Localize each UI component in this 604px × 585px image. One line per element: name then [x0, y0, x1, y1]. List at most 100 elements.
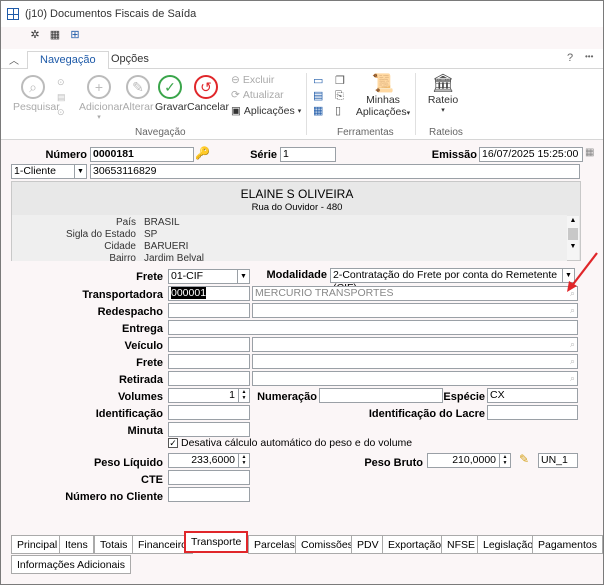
settings-icon[interactable]: ✲	[29, 29, 41, 41]
emissao-field[interactable]: 16/07/2025 15:25:00	[479, 147, 583, 162]
peso-liquido-field[interactable]: 233,6000 ▲ ▼	[168, 453, 250, 468]
serie-field[interactable]: 1	[280, 147, 336, 162]
calendar-icon[interactable]: ▦	[49, 29, 61, 41]
calendar-picker-icon[interactable]: ▦	[585, 147, 594, 158]
separator	[415, 73, 416, 135]
adicionar-button[interactable]: + Adicionar ▾	[79, 75, 123, 121]
collapse-ribbon-icon[interactable]: ︿	[9, 52, 19, 67]
tab-nfse[interactable]: NFSE	[441, 535, 482, 554]
refresh-icon: ⟳	[231, 89, 240, 101]
redespacho-name-field[interactable]: ⌕	[252, 303, 578, 318]
modalidade-select[interactable]: 2-Contratação do Frete por conta do Reme…	[330, 268, 575, 294]
tab-transporte[interactable]: Transporte	[184, 531, 249, 553]
document-icon[interactable]: ▯	[335, 104, 345, 119]
tab-principal[interactable]: Principal	[11, 535, 64, 554]
chat-icon[interactable]: ▭	[313, 74, 323, 89]
frete-label: Frete	[136, 271, 163, 283]
minuta-label: Minuta	[127, 425, 163, 437]
aplicacoes-button[interactable]: ▣ Aplicações ▾	[231, 105, 301, 117]
veiculo-code-field[interactable]	[168, 337, 250, 352]
tab-legislacao[interactable]: Legislação	[477, 535, 540, 554]
tab-pagamentos[interactable]: Pagamentos	[532, 535, 603, 554]
especie-field[interactable]: CX	[487, 388, 578, 403]
search-icon[interactable]: ⌕	[570, 355, 575, 368]
volumes-field[interactable]: 1 ▲ ▼	[168, 388, 250, 403]
frete-select[interactable]: 01-CIF ▼	[168, 269, 250, 284]
numero-cliente-label: Número no Cliente	[65, 491, 163, 503]
retirada-code-field[interactable]	[168, 371, 250, 386]
transportadora-code-field[interactable]: 000001	[168, 286, 250, 301]
tab-informacoes-adicionais[interactable]: Informações Adicionais	[11, 555, 131, 574]
estado-value: SP	[144, 229, 158, 240]
scroll-thumb[interactable]	[568, 228, 578, 240]
chevron-down-icon: ▼	[237, 270, 249, 283]
undo-icon: ↺	[194, 75, 218, 99]
peso-bruto-field[interactable]: 210,0000 ▲ ▼	[427, 453, 511, 468]
veiculo-label: Veículo	[124, 340, 163, 352]
tab-itens[interactable]: Itens	[59, 535, 94, 554]
cancelar-button[interactable]: ↺ Cancelar	[187, 75, 229, 113]
paste-icon[interactable]: ⎘	[335, 89, 345, 104]
help-icon[interactable]: ?	[567, 52, 573, 64]
search-icon[interactable]: ⌕	[570, 372, 575, 385]
entrega-field[interactable]	[168, 320, 578, 335]
checkbox[interactable]: ✓	[168, 438, 178, 448]
tab-opcoes[interactable]: Opções	[99, 51, 161, 70]
gravar-button[interactable]: ✓ Gravar	[155, 75, 187, 113]
search-icon[interactable]: ⌕	[570, 304, 575, 317]
cliente-doc-field[interactable]: 30653116829	[90, 164, 580, 179]
unidade-field[interactable]: UN_1	[538, 453, 578, 468]
tab-exportacao[interactable]: Exportação	[382, 535, 448, 554]
cliente-type-select[interactable]: 1-Cliente ▼	[11, 164, 87, 179]
aplicacoes-dropdown-icon: ▾	[297, 108, 302, 115]
atualizar-button[interactable]: ⟳ Atualizar	[231, 89, 284, 101]
lacre-field[interactable]	[487, 405, 578, 420]
pesquisar-button[interactable]: ⌕ Pesquisar	[13, 75, 60, 113]
list-icon[interactable]: ▤	[57, 90, 66, 105]
cte-field[interactable]	[168, 470, 250, 485]
tab-parcelas[interactable]: Parcelas	[248, 535, 301, 554]
calculator-icon[interactable]: ▤	[313, 89, 323, 104]
arrow-up-icon[interactable]: ⊙	[57, 105, 66, 120]
minhas-aplicacoes-button[interactable]: 📜 Minhas Aplicações▾	[353, 73, 413, 118]
retirada-name-field[interactable]: ⌕	[252, 371, 578, 386]
copy-icon[interactable]: ❐	[335, 74, 345, 89]
tool-icons-2: ❐ ⎘ ▯	[335, 74, 345, 119]
annotation-arrow-icon	[567, 252, 598, 292]
numeracao-field[interactable]	[319, 388, 443, 403]
tab-pdv[interactable]: PDV	[351, 535, 385, 554]
cte-label: CTE	[141, 474, 163, 486]
key-icon[interactable]: 🔑	[195, 146, 210, 160]
search-icon[interactable]: ⌕	[570, 338, 575, 351]
tab-navegacao[interactable]: Navegação	[27, 51, 109, 70]
stepper-icon[interactable]: ▲ ▼	[499, 454, 510, 467]
scroll-up-icon[interactable]: ▲	[567, 216, 579, 226]
stepper-icon[interactable]: ▲ ▼	[238, 454, 249, 467]
client-details: País BRASIL Sigla do Estado SP Cidade BA…	[12, 215, 567, 261]
desativa-calculo-checkbox-row[interactable]: ✓ Desativa cálculo automático do peso e …	[168, 437, 412, 449]
more-icon[interactable]: •••	[585, 52, 593, 61]
tab-totais[interactable]: Totais	[94, 535, 134, 554]
excluir-button[interactable]: ⊖ Excluir	[231, 74, 274, 86]
frete2-name-field[interactable]: ⌕	[252, 354, 578, 369]
numero-field[interactable]: 0000181	[90, 147, 194, 162]
redespacho-code-field[interactable]	[168, 303, 250, 318]
add-icon: +	[87, 75, 111, 99]
main-window: (j10) Documentos Fiscais de Saída ✲ ▦ ⊞ …	[0, 0, 604, 585]
rateio-button[interactable]: 🏛 Rateio ▾	[421, 73, 465, 114]
minuta-field[interactable]	[168, 422, 250, 437]
frete2-code-field[interactable]	[168, 354, 250, 369]
table-icon[interactable]: ▦	[313, 104, 323, 119]
transportadora-name-field[interactable]: MERCURIO TRANSPORTES ⌕	[252, 286, 578, 301]
alterar-button[interactable]: ✎ Alterar	[121, 75, 155, 113]
tab-comissoes[interactable]: Comissões	[295, 535, 359, 554]
numero-cliente-field[interactable]	[168, 487, 250, 502]
lacre-label: Identificação do Lacre	[368, 408, 485, 420]
stepper-icon[interactable]: ▲ ▼	[238, 389, 249, 402]
veiculo-name-field[interactable]: ⌕	[252, 337, 578, 352]
identificacao-field[interactable]	[168, 405, 250, 420]
pencil-icon[interactable]: ✎	[519, 452, 529, 466]
grid-icon[interactable]: ⊞	[69, 29, 81, 41]
arrow-down-icon[interactable]: ⊙	[57, 75, 66, 90]
serie-label: Série	[250, 149, 277, 161]
